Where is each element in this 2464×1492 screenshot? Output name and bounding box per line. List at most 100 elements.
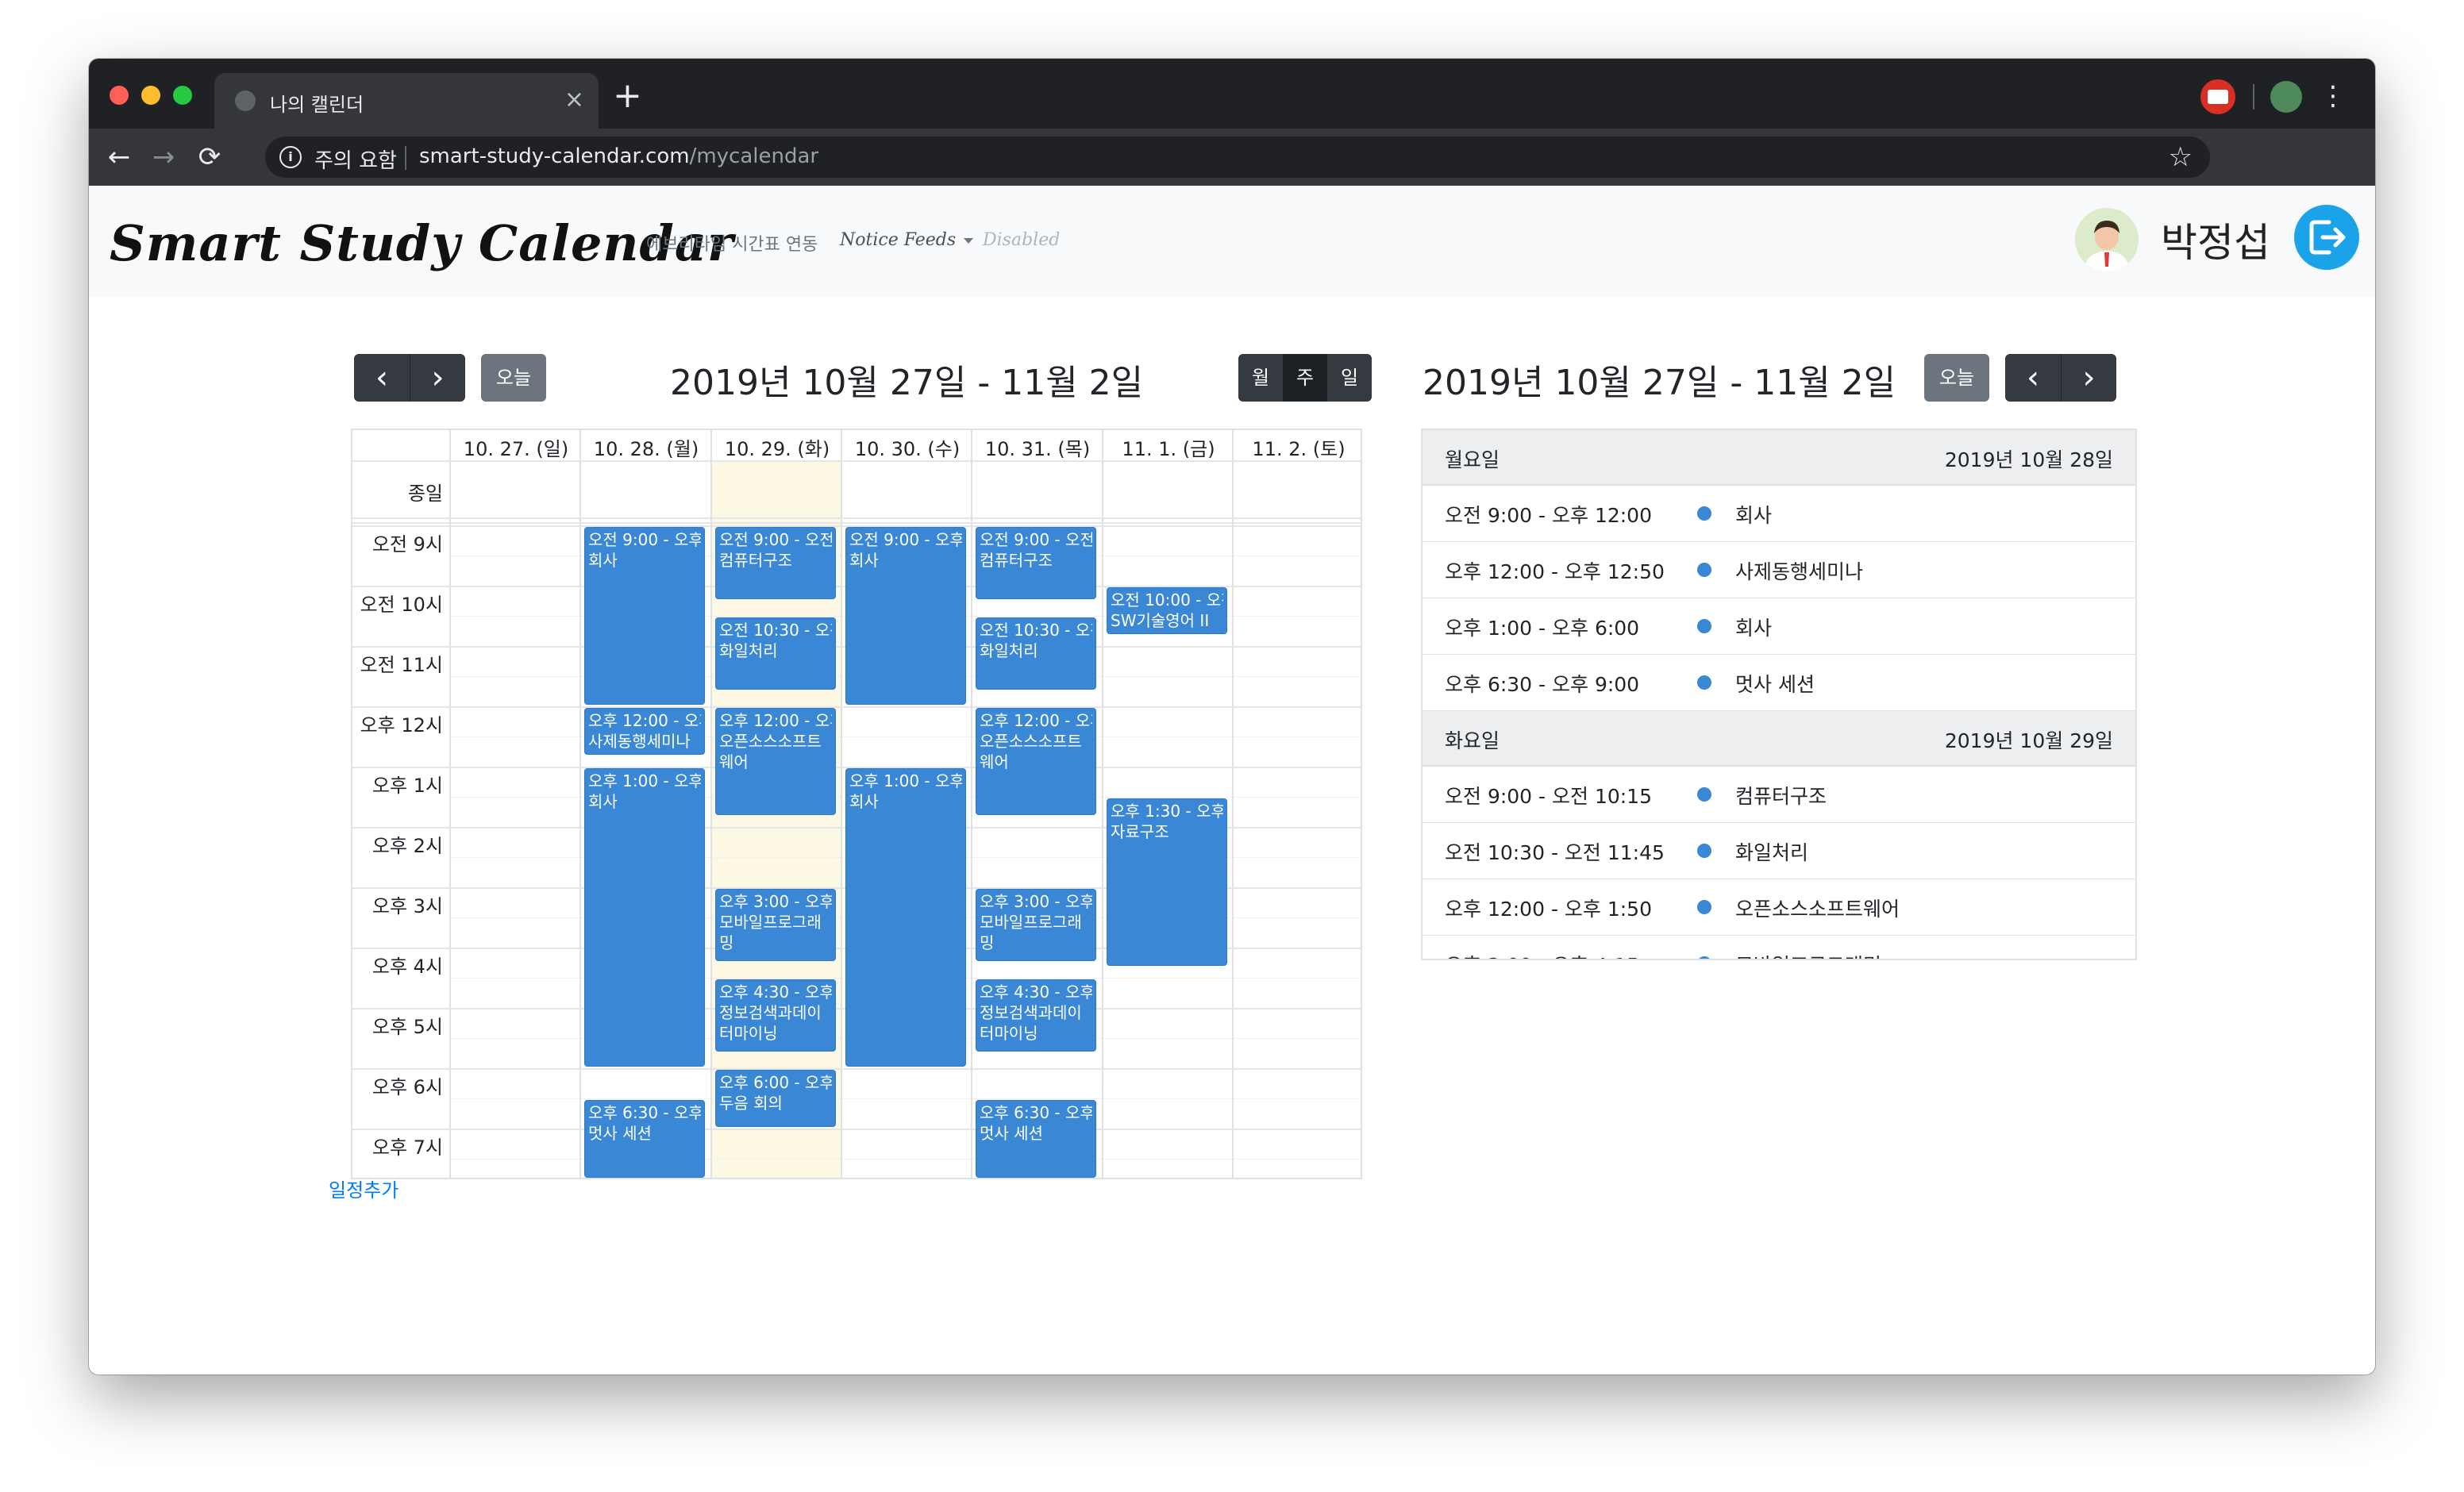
calendar-event[interactable]: 오후 12:00 - 오후 사제동행세미나 <box>584 708 705 756</box>
list-prev-button[interactable]: ‹ <box>2005 354 2061 402</box>
calendar-event[interactable]: 오후 6:00 - 오후 두음 회의 <box>715 1070 836 1127</box>
view-day-button[interactable]: 일 <box>1327 354 1372 402</box>
minimize-window-button[interactable] <box>141 86 160 105</box>
list-item[interactable]: 오전 9:00 - 오전 10:15 컴퓨터구조 <box>1423 767 2135 824</box>
list-item-time: 오후 3:00 - 오후 4:15 <box>1445 950 1639 959</box>
event-dot-icon <box>1697 844 1711 858</box>
calendar-event[interactable]: 오후 1:00 - 오후 회사 <box>584 768 705 1067</box>
calendar-event[interactable]: 오전 10:30 - 오전 화일처리 <box>715 617 836 690</box>
calendar-event[interactable]: 오전 9:00 - 오후 회사 <box>584 527 705 705</box>
event-time: 오전 10:30 - 오전 <box>980 621 1092 640</box>
event-time: 오전 9:00 - 오전 <box>719 530 832 549</box>
list-item[interactable]: 오전 10:30 - 오전 11:45 화일처리 <box>1423 823 2135 880</box>
calendar-event[interactable]: 오전 9:00 - 오전 컴퓨터구조 <box>715 527 836 599</box>
event-time: 오전 9:00 - 오후 <box>849 530 962 549</box>
list-day-header: 월요일 2019년 10월 28일 <box>1423 430 2135 486</box>
list-item-time: 오전 10:30 - 오전 11:45 <box>1445 841 1665 864</box>
list-item[interactable]: 오후 1:00 - 오후 6:00 회사 <box>1423 598 2135 656</box>
list-item[interactable]: 오후 12:00 - 오후 1:50 오픈소스소프트웨어 <box>1423 879 2135 936</box>
day-header[interactable]: 11. 1. (금) <box>1103 433 1234 461</box>
day-header[interactable]: 10. 29. (화) <box>712 433 842 461</box>
list-item[interactable]: 오후 3:00 - 오후 4:15 모바일프로그래밍 <box>1423 936 2135 959</box>
time-label: 오후 2시 <box>372 835 443 857</box>
event-time: 오후 4:30 - 오후 <box>719 982 832 1002</box>
calendar-event[interactable]: 오후 12:00 - 오후 오픈소스소프트웨어 <box>976 708 1096 816</box>
calendar-next-button[interactable]: › <box>410 354 465 402</box>
event-time: 오전 9:00 - 오후 <box>588 530 701 549</box>
event-title: 멋사 세션 <box>588 1124 652 1143</box>
list-item-title: 화일처리 <box>1735 841 1809 864</box>
list-item[interactable]: 오전 9:00 - 오후 12:00 회사 <box>1423 486 2135 543</box>
event-time: 오전 10:00 - 오전 <box>1111 590 1223 609</box>
day-header[interactable]: 10. 28. (월) <box>581 433 711 461</box>
close-window-button[interactable] <box>110 86 129 105</box>
agenda-list[interactable]: 월요일 2019년 10월 28일 오전 9:00 - 오후 12:00 회사 오후 1… <box>1421 429 2137 960</box>
url-omnibox[interactable]: i 주의 요함 smart-study-calendar.com/mycalen… <box>265 137 2210 178</box>
logout-button[interactable] <box>2294 205 2359 270</box>
nav-notice-feeds-label: Notice Feeds <box>840 230 957 250</box>
day-header[interactable]: 10. 30. (수) <box>842 433 972 461</box>
info-icon[interactable]: i <box>279 146 302 168</box>
security-status[interactable]: 주의 요함 <box>314 144 397 174</box>
calendar-event[interactable]: 오후 4:30 - 오후 정보검색과데이터마이닝 <box>976 979 1096 1052</box>
brand-logo[interactable]: Smart Study Calendar <box>110 214 734 272</box>
forward-arrow-icon[interactable]: → <box>144 138 183 176</box>
avatar[interactable] <box>2075 208 2139 271</box>
calendar-event[interactable]: 오후 1:00 - 오후 회사 <box>845 768 966 1067</box>
day-header[interactable]: 10. 31. (목) <box>972 433 1103 461</box>
list-item-title: 회사 <box>1735 504 1773 527</box>
new-tab-button[interactable]: + <box>613 76 642 116</box>
calendar-event[interactable]: 오전 9:00 - 오후 회사 <box>845 527 966 705</box>
list-item-time: 오전 9:00 - 오전 10:15 <box>1445 785 1652 808</box>
day-header[interactable]: 10. 27. (일) <box>451 433 581 461</box>
url-text[interactable]: smart-study-calendar.com/mycalendar <box>419 144 818 168</box>
back-arrow-icon[interactable]: ← <box>100 138 138 176</box>
calendar-today-button[interactable]: 오늘 <box>481 354 546 402</box>
add-event-link[interactable]: 일정추가 <box>329 1175 398 1202</box>
browser-menu-icon[interactable]: ⋮ <box>2320 78 2347 114</box>
profile-icon[interactable] <box>2270 81 2302 113</box>
day-header[interactable]: 11. 2. (토) <box>1234 433 1361 461</box>
calendar-event[interactable]: 오전 10:00 - 오전 SW기술영어 II <box>1107 587 1227 635</box>
nav-notice-feeds[interactable]: Notice Feeds <box>840 230 974 250</box>
close-icon[interactable]: × <box>564 84 584 116</box>
week-calendar-grid[interactable]: 종일 오전 9시 오전 10시 오전 11시 오후 12시 오후 1시 오후 2시 오후 3… <box>351 429 1362 1179</box>
event-dot-icon <box>1697 619 1711 633</box>
view-month-button[interactable]: 월 <box>1238 354 1283 402</box>
calendar-event[interactable]: 오전 9:00 - 오전 컴퓨터구조 <box>976 527 1096 599</box>
calendar-event[interactable]: 오후 6:30 - 오후 멋사 세션 <box>976 1100 1096 1178</box>
list-next-button[interactable]: › <box>2061 354 2116 402</box>
list-item[interactable]: 오후 6:30 - 오후 9:00 멋사 세션 <box>1423 655 2135 712</box>
allday-label: 종일 <box>407 483 443 505</box>
list-item-title: 컴퓨터구조 <box>1735 785 1827 808</box>
reload-icon[interactable]: ⟳ <box>191 138 229 176</box>
event-title: 모바일프로그래밍 <box>980 913 1082 952</box>
calendar-event[interactable]: 오후 3:00 - 오후 모바일프로그래밍 <box>976 889 1096 961</box>
calendar-prev-button[interactable]: ‹ <box>354 354 410 402</box>
calendar-event[interactable]: 오후 1:30 - 오후 자료구조 <box>1107 798 1227 967</box>
tab-title: 나의 캘린더 <box>270 94 364 116</box>
maximize-window-button[interactable] <box>173 86 192 105</box>
list-item[interactable]: 오후 12:00 - 오후 12:50 사제동행세미나 <box>1423 542 2135 599</box>
browser-tab[interactable]: 나의 캘린더 × <box>214 73 599 129</box>
time-label: 오후 5시 <box>372 1016 443 1038</box>
bookmark-star-icon[interactable]: ☆ <box>2169 141 2193 173</box>
calendar-event[interactable]: 오후 3:00 - 오후 모바일프로그래밍 <box>715 889 836 961</box>
list-item-time: 오후 12:00 - 오후 12:50 <box>1445 560 1665 583</box>
event-time: 오후 12:00 - 오후 <box>588 711 701 730</box>
event-dot-icon <box>1697 563 1711 577</box>
list-today-button[interactable]: 오늘 <box>1924 354 1989 402</box>
time-label: 오전 11시 <box>360 654 443 676</box>
calendar-event[interactable]: 오후 4:30 - 오후 정보검색과데이터마이닝 <box>715 979 836 1052</box>
event-time: 오후 1:00 - 오후 <box>849 771 962 790</box>
day-column-line <box>1102 430 1103 1178</box>
event-title: 화일처리 <box>719 641 778 660</box>
calendar-event[interactable]: 오후 12:00 - 오후 오픈소스소프트웨어 <box>715 708 836 816</box>
calendar-event[interactable]: 오후 6:30 - 오후 멋사 세션 <box>584 1100 705 1178</box>
nav-everytime-sync[interactable]: 에브리타임 시간표 연동 <box>646 230 818 256</box>
view-week-button[interactable]: 주 <box>1283 354 1327 402</box>
calendar-event[interactable]: 오전 10:30 - 오전 화일처리 <box>976 617 1096 690</box>
user-name[interactable]: 박정섭 <box>2161 211 2270 268</box>
extension-icon[interactable] <box>2200 79 2235 114</box>
avatar-person-icon <box>2075 208 2139 271</box>
